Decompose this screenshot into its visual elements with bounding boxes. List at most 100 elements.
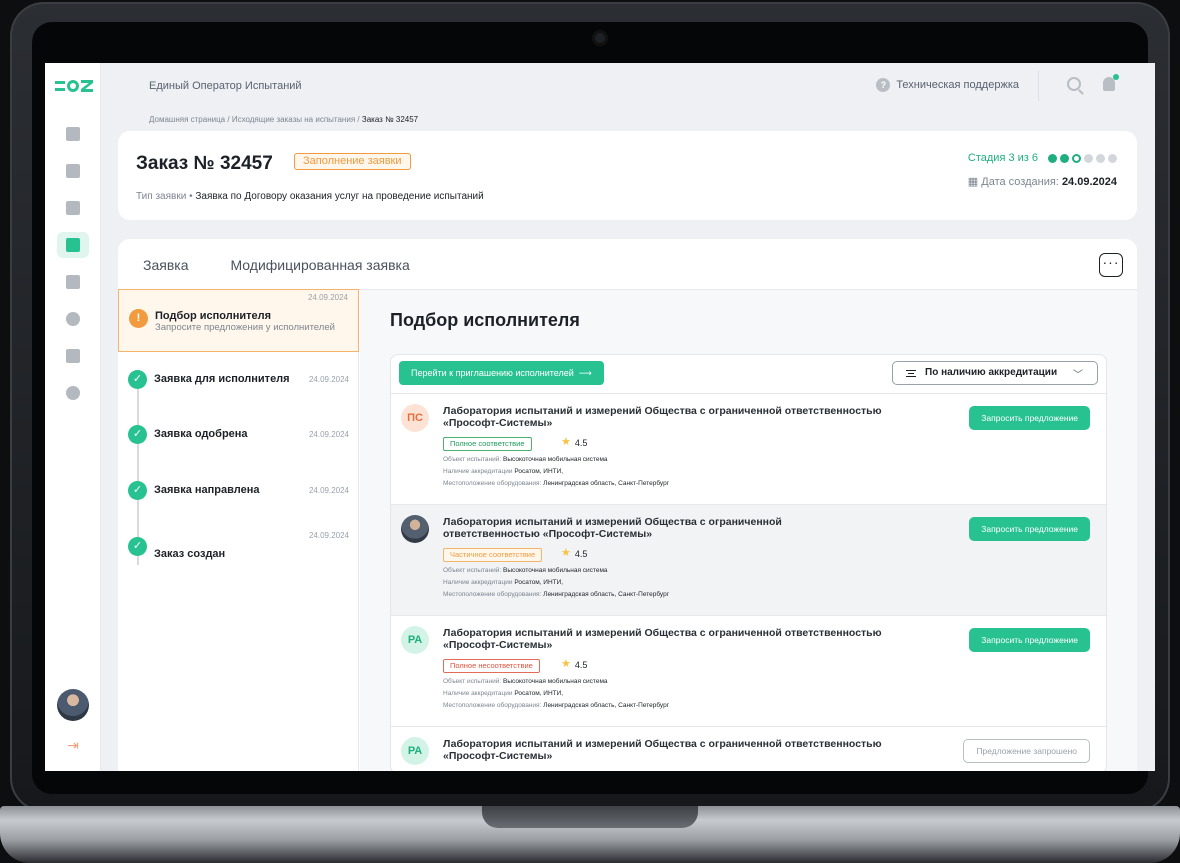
help-icon: ? xyxy=(876,78,891,92)
tab-request[interactable]: Заявка xyxy=(143,257,188,273)
lab-object: Объект испытаний: Высокоточная мобильная… xyxy=(443,456,608,463)
meta-label: Наличие аккредитации xyxy=(443,690,513,697)
lab-location: Местоположение оборудования: Ленинградск… xyxy=(443,591,669,598)
logout-icon[interactable]: ⇥ xyxy=(65,737,81,753)
stage-indicator: Стадия 3 из 6 xyxy=(968,152,1117,164)
check-icon: ✓ xyxy=(128,370,147,389)
stage-dot xyxy=(1084,153,1093,163)
request-offer-button[interactable]: Запросить предложение xyxy=(969,406,1090,430)
order-tabs-card: Заявка Модифицированная заявка ··· ! Подб… xyxy=(118,239,1137,771)
meta-label: Наличие аккредитации xyxy=(443,468,513,475)
lab-avatar: ПС xyxy=(401,404,429,432)
order-type: Тип заявки • Заявка по Договору оказания… xyxy=(136,191,484,202)
step-item[interactable]: ✓ Заказ создан 24.09.2024 xyxy=(118,521,359,571)
lab-row[interactable]: РА Лаборатория испытаний и измерений Обще… xyxy=(391,615,1106,726)
divider xyxy=(1038,71,1039,101)
meta-value: Росатом, ИНТИ, xyxy=(514,579,564,586)
briefcase-icon xyxy=(66,275,80,289)
laptop-notch xyxy=(482,806,698,828)
match-badge: Полное соответствие xyxy=(443,437,532,451)
sidebar-briefcase-icon[interactable] xyxy=(57,269,89,295)
step-label: Заявка для исполнителя xyxy=(154,373,290,385)
sidebar-info-icon[interactable] xyxy=(57,380,89,406)
step-label: Заявка одобрена xyxy=(154,428,248,440)
lab-rating: ★ 4.5 xyxy=(561,437,587,448)
step-item[interactable]: ✓ Заявка одобрена 24.09.2024 xyxy=(118,409,359,459)
meta-value: Ленинградская область, Санкт-Петербург xyxy=(543,591,670,598)
sidebar-pie-chart-icon[interactable] xyxy=(57,306,89,332)
lab-name: Лаборатория испытаний и измерений Общест… xyxy=(443,516,782,540)
request-offer-button[interactable]: Запросить предложение xyxy=(969,517,1090,541)
step-item[interactable]: ✓ Заявка для исполнителя 24.09.2024 xyxy=(118,354,359,404)
warning-icon: ! xyxy=(129,309,148,328)
sidebar: ⇥ xyxy=(45,63,101,771)
step-item[interactable]: ! Подбор исполнителя Запросите предложения… xyxy=(118,289,359,352)
check-icon: ✓ xyxy=(128,481,147,500)
more-button[interactable]: ··· xyxy=(1099,253,1123,277)
main-content: Подбор исполнителя Перейти к приглашению… xyxy=(360,290,1137,771)
match-badge: Полное несоответствие xyxy=(443,659,540,673)
meta-value: Ленинградская область, Санкт-Петербург xyxy=(543,480,670,487)
lab-accreditation: Наличие аккредитации Росатом, ИНТИ, xyxy=(443,690,563,697)
invite-executors-button[interactable]: Перейти к приглашению исполнителей ⟶ xyxy=(399,361,604,385)
request-offer-button[interactable]: Запросить предложение xyxy=(969,628,1090,652)
user-avatar[interactable] xyxy=(57,689,89,721)
lab-name: Лаборатория испытаний и измерений Общест… xyxy=(443,738,882,762)
accreditation-filter[interactable]: По наличию аккредитации ﹀ xyxy=(892,361,1098,385)
step-label: Заказ создан xyxy=(154,548,226,560)
breadcrumb-outgoing[interactable]: Исходящие заказы на испытания xyxy=(232,115,355,124)
steps-panel: ! Подбор исполнителя Запросите предложения… xyxy=(118,289,359,771)
lab-accreditation: Наличие аккредитации Росатом, ИНТИ, xyxy=(443,579,563,586)
bell-icon[interactable] xyxy=(1103,74,1119,91)
lab-location: Местоположение оборудования: Ленинградск… xyxy=(443,702,669,709)
sidebar-grid-icon[interactable] xyxy=(57,195,89,221)
arrow-right-icon: ⟶ xyxy=(578,368,592,378)
lab-row[interactable]: Лаборатория испытаний и измерений Общест… xyxy=(391,504,1106,615)
document-icon xyxy=(66,164,80,178)
chevron-down-icon: ﹀ xyxy=(1073,370,1083,381)
rating-value: 4.5 xyxy=(574,659,588,670)
sidebar-document-icon[interactable] xyxy=(57,158,89,184)
step-date: 24.09.2024 xyxy=(308,430,349,439)
lab-row[interactable]: РА Лаборатория испытаний и измерений Обще… xyxy=(391,726,1106,771)
app-screen: ⇥ Единый Оператор Испытаний ? Техническа… xyxy=(45,63,1155,771)
lab-rating: ★ 4.5 xyxy=(561,659,587,670)
support-link[interactable]: ? Техническая поддержка xyxy=(876,78,1019,92)
match-badge: Частичное соответствие xyxy=(443,548,543,562)
list-icon xyxy=(66,238,80,252)
search-icon[interactable] xyxy=(1067,77,1081,91)
stage-dot xyxy=(1048,153,1057,163)
lab-row[interactable]: ПС Лаборатория испытаний и измерений Обще… xyxy=(391,393,1106,504)
sidebar-list-icon[interactable] xyxy=(57,232,89,258)
offer-requested-button[interactable]: Предложение запрошено xyxy=(963,739,1090,763)
camera-icon xyxy=(592,30,608,46)
breadcrumb-current: Заказ № 32457 xyxy=(361,115,419,124)
star-icon: ★ xyxy=(561,436,571,448)
breadcrumb-home[interactable]: Домашняя страница xyxy=(149,115,225,124)
step-date: 24.09.2024 xyxy=(307,293,348,302)
meta-label: Местоположение оборудования: xyxy=(443,480,542,487)
sidebar-pages-icon[interactable] xyxy=(57,343,89,369)
meta-value: Высокоточная мобильная система xyxy=(503,567,608,574)
lab-avatar xyxy=(401,515,429,543)
step-sublabel: Запросите предложения у исполнителей xyxy=(155,322,335,333)
step-label: Заявка направлена xyxy=(154,484,260,496)
filter-icon xyxy=(906,370,916,377)
lab-avatar: РА xyxy=(401,737,429,765)
stage-dot xyxy=(1108,153,1117,163)
step-item[interactable]: ✓ Заявка направлена 24.09.2024 xyxy=(118,465,359,515)
meta-label: Местоположение оборудования: xyxy=(443,702,542,709)
lab-name: Лаборатория испытаний и измерений Общест… xyxy=(443,627,882,651)
step-label: Подбор исполнителя xyxy=(155,310,272,322)
sidebar-home-icon[interactable] xyxy=(57,121,89,147)
meta-value: Высокоточная мобильная система xyxy=(503,678,608,685)
order-header-card: Заказ № 32457 Заполнение заявки Тип заяв… xyxy=(118,131,1137,220)
lab-name: Лаборатория испытаний и измерений Общест… xyxy=(443,405,882,429)
logo[interactable] xyxy=(55,77,95,95)
tab-modified-request[interactable]: Модифицированная заявка xyxy=(230,257,409,273)
step-date: 24.09.2024 xyxy=(308,531,349,540)
star-icon: ★ xyxy=(561,547,571,559)
meta-label: Объект испытаний: xyxy=(443,567,502,574)
lab-avatar: РА xyxy=(401,626,429,654)
stage-label: Стадия 3 из 6 xyxy=(967,152,1038,164)
